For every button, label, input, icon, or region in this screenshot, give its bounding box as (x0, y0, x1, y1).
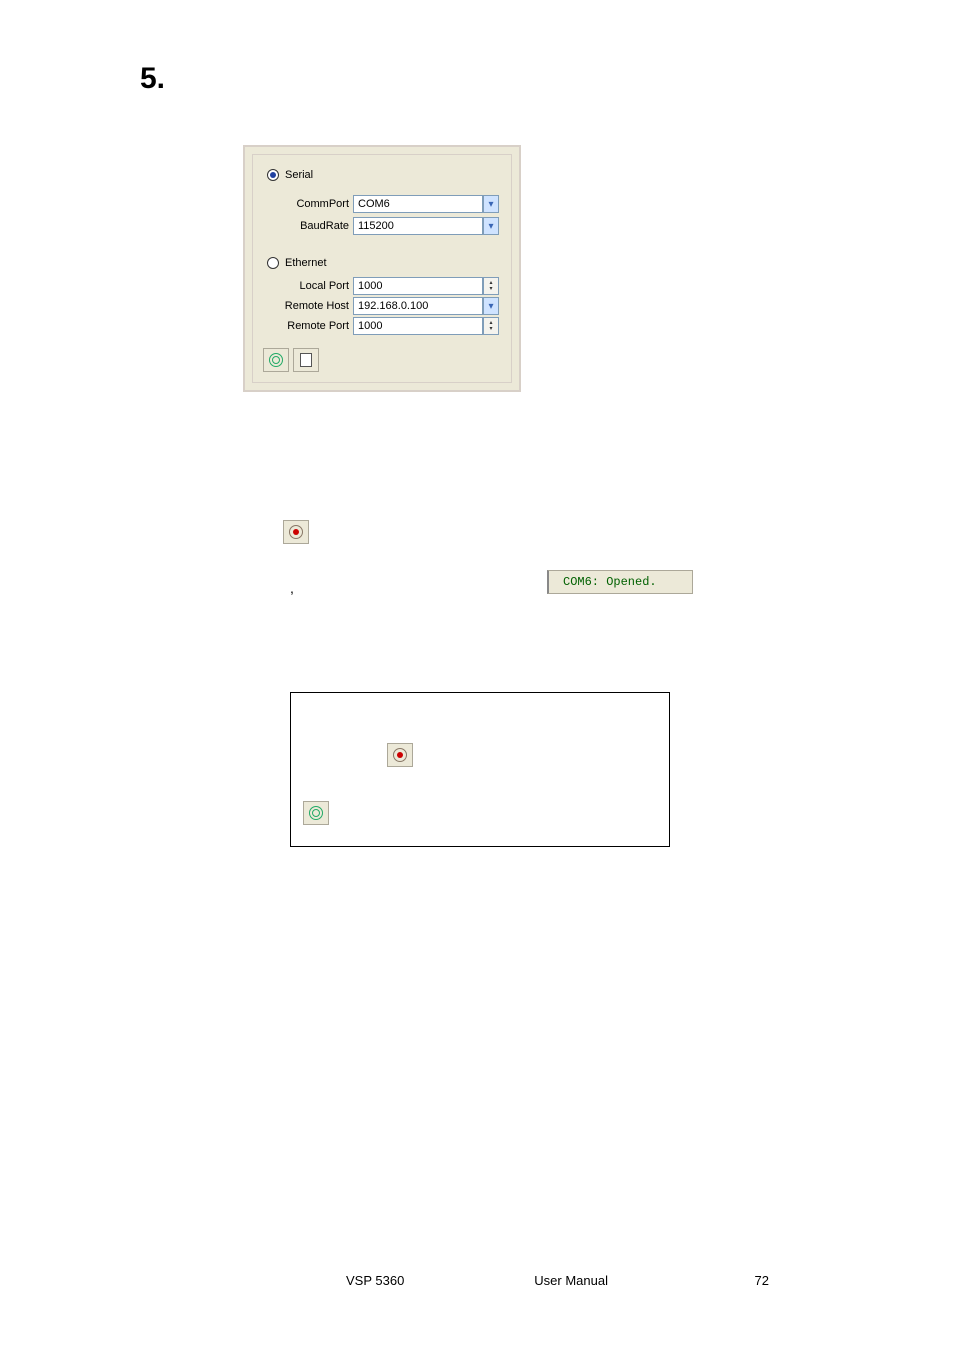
connect-button[interactable] (263, 348, 289, 372)
spinner-icon[interactable]: ▴▾ (483, 277, 499, 295)
ethernet-radio-label: Ethernet (285, 257, 327, 269)
target-red-icon (393, 748, 407, 762)
localport-input[interactable] (353, 277, 483, 295)
remoteport-row: Remote Port ▴▾ (279, 317, 499, 335)
disconnect-button[interactable] (283, 520, 309, 544)
baudrate-row: BaudRate ▾ (279, 217, 499, 235)
footer-product: VSP 5360 (346, 1273, 404, 1288)
target-green-icon (309, 806, 323, 820)
section-number: 5. (140, 62, 165, 96)
baudrate-label: BaudRate (279, 220, 349, 232)
localport-label: Local Port (279, 280, 349, 292)
serial-radio[interactable]: Serial (267, 169, 313, 181)
radio-icon (267, 257, 279, 269)
footer-doc: User Manual (534, 1273, 608, 1288)
chevron-down-icon[interactable]: ▾ (483, 195, 499, 213)
commport-row: CommPort ▾ (279, 195, 499, 213)
remoteport-input[interactable] (353, 317, 483, 335)
chevron-down-icon[interactable]: ▾ (483, 297, 499, 315)
disconnect-button[interactable] (387, 743, 413, 767)
spinner-icon[interactable]: ▴▾ (483, 317, 499, 335)
refresh-button[interactable] (293, 348, 319, 372)
commport-label: CommPort (279, 198, 349, 210)
ethernet-radio[interactable]: Ethernet (267, 257, 327, 269)
connect-button[interactable] (303, 801, 329, 825)
settings-panel: Serial CommPort ▾ BaudRate ▾ Ethernet Lo… (243, 145, 521, 392)
page-footer: VSP 5360 User Manual 72 (0, 1273, 954, 1288)
target-green-icon (269, 353, 283, 367)
comma-text: , (290, 580, 294, 596)
localport-row: Local Port ▴▾ (279, 277, 499, 295)
remoteport-label: Remote Port (279, 320, 349, 332)
settings-panel-inner: Serial CommPort ▾ BaudRate ▾ Ethernet Lo… (252, 154, 512, 383)
button-bar (263, 348, 319, 372)
commport-select[interactable] (353, 195, 483, 213)
status-text: COM6: Opened. (563, 575, 657, 589)
footer-page: 72 (755, 1273, 769, 1288)
remotehost-input[interactable] (353, 297, 483, 315)
radio-icon (267, 169, 279, 181)
status-bar: COM6: Opened. (547, 570, 693, 594)
target-red-icon (289, 525, 303, 539)
remotehost-row: Remote Host ▾ (279, 297, 499, 315)
page-refresh-icon (300, 353, 312, 367)
figure-box (290, 692, 670, 847)
remotehost-label: Remote Host (279, 300, 349, 312)
baudrate-select[interactable] (353, 217, 483, 235)
serial-radio-label: Serial (285, 169, 313, 181)
chevron-down-icon[interactable]: ▾ (483, 217, 499, 235)
